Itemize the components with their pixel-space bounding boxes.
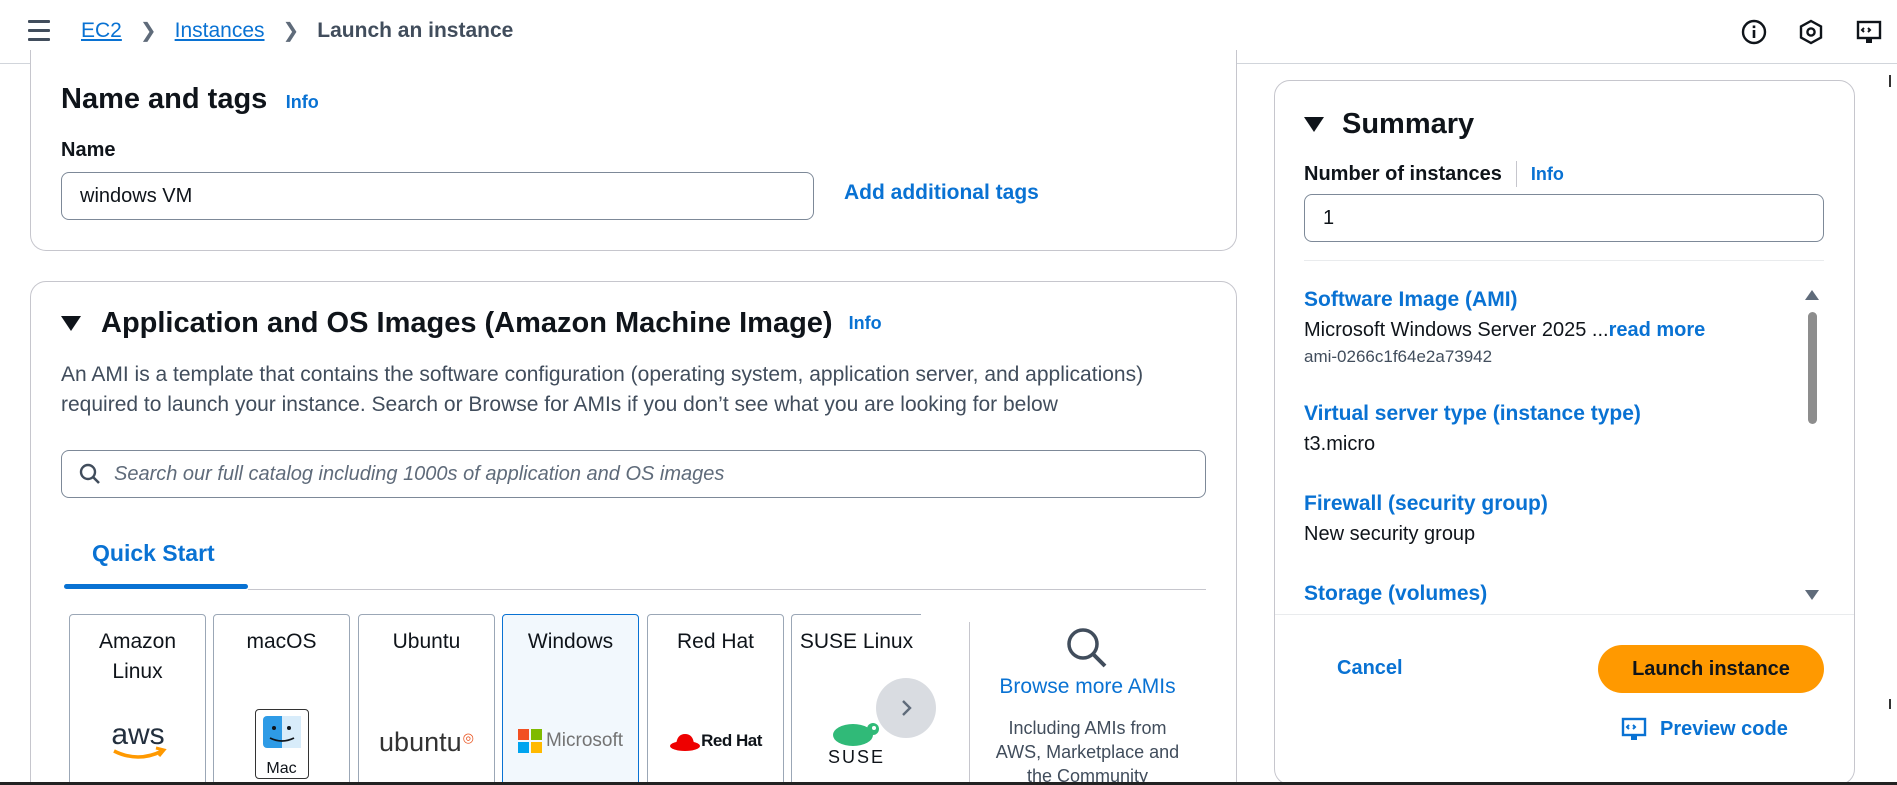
instance-type-link[interactable]: Virtual server type (instance type) [1304, 402, 1641, 426]
summary-footer-divider [1275, 614, 1854, 615]
os-tile-ubuntu[interactable]: Ubuntu ubuntu ◎ [358, 614, 495, 785]
ami-info-link[interactable]: Info [849, 313, 882, 334]
name-and-tags-panel [30, 50, 1237, 251]
breadcrumb-current: Launch an instance [317, 18, 514, 42]
instance-type-value: t3.micro [1304, 433, 1376, 455]
collapse-triangle-icon[interactable] [1304, 117, 1324, 132]
os-tile-macos[interactable]: macOS Mac [213, 614, 350, 785]
preview-code-label: Preview code [1660, 717, 1788, 740]
add-additional-tags-link[interactable]: Add additional tags [844, 181, 1039, 205]
page-scroll-marker [1889, 75, 1891, 87]
tab-divider [248, 589, 1206, 590]
microsoft-logo-icon: Microsoft [503, 729, 638, 753]
tab-quick-start[interactable]: Quick Start [92, 540, 215, 567]
num-instances-input[interactable]: 1 [1304, 194, 1824, 242]
page-scrollbar[interactable] [1888, 75, 1897, 785]
os-tile-label: Amazon Linux [98, 630, 177, 683]
chevron-right-icon [902, 700, 912, 716]
browse-more-amis-link[interactable]: Browse more AMIs [970, 675, 1205, 699]
scrollbar-thumb[interactable] [1808, 312, 1817, 424]
mac-finder-icon: Mac [214, 709, 349, 779]
num-instances-info-link[interactable]: Info [1531, 164, 1564, 185]
num-instances-label-row: Number of instances Info [1304, 161, 1564, 187]
os-tile-windows[interactable]: Windows Microsoft [502, 614, 639, 785]
collapse-triangle-icon[interactable] [61, 316, 81, 331]
search-icon [79, 463, 100, 484]
software-image-link[interactable]: Software Image (AMI) [1304, 288, 1518, 312]
breadcrumb-ec2[interactable]: EC2 [81, 19, 122, 43]
software-image-value: Microsoft Windows Server 2025 ...read mo… [1304, 319, 1706, 341]
search-placeholder: Search our full catalog including 1000s … [114, 462, 725, 485]
os-tile-label: SUSE Linux [799, 630, 914, 653]
cancel-button[interactable]: Cancel [1337, 657, 1403, 680]
red-hat-logo-icon: Red Hat [648, 730, 783, 752]
summary-title: Summary [1342, 108, 1475, 140]
firewall-value: New security group [1304, 523, 1476, 545]
read-more-link[interactable]: read more [1609, 319, 1706, 341]
ami-header[interactable]: Application and OS Images (Amazon Machin… [61, 307, 882, 340]
breadcrumb: EC2 ❯ Instances ❯ Launch an instance [81, 18, 513, 43]
svg-text:aws: aws [111, 718, 164, 751]
scroll-up-icon[interactable] [1805, 290, 1819, 300]
os-tile-label: macOS [246, 630, 317, 653]
breadcrumb-instances[interactable]: Instances [175, 19, 265, 43]
os-tile-label: Red Hat [676, 630, 755, 653]
preview-code-icon[interactable] [1855, 18, 1883, 46]
os-tile-label: Windows [527, 630, 614, 653]
active-tab-indicator [64, 584, 248, 589]
ami-description: An AMI is a template that contains the s… [61, 360, 1211, 420]
label-divider [1515, 161, 1517, 187]
ubuntu-logo-icon: ubuntu ◎ [379, 727, 474, 757]
aws-logo-icon: aws [70, 718, 205, 766]
ami-title: Application and OS Images (Amazon Machin… [101, 307, 833, 339]
os-tile-label: Ubuntu [392, 630, 461, 653]
ami-description-line-2: required to launch your instance. Search… [61, 393, 1058, 416]
os-tile-amazon-linux[interactable]: Amazon Linux aws [69, 614, 206, 785]
firewall-link[interactable]: Firewall (security group) [1304, 492, 1548, 516]
search-icon[interactable] [1063, 624, 1111, 672]
summary-header[interactable]: Summary [1304, 108, 1474, 141]
chevron-right-icon: ❯ [282, 20, 300, 42]
ami-description-line-1: An AMI is a template that contains the s… [61, 363, 1144, 386]
name-label: Name [61, 139, 116, 161]
preview-code-button[interactable]: Preview code [1620, 715, 1788, 743]
name-and-tags-title: Name and tags [61, 83, 268, 115]
preview-code-icon [1621, 717, 1647, 740]
name-tags-info-link[interactable]: Info [286, 92, 319, 112]
summary-divider [1304, 260, 1824, 261]
name-input[interactable]: windows VM [61, 172, 814, 220]
menu-hamburger-icon[interactable] [28, 20, 52, 42]
summary-scrollbar[interactable] [1803, 290, 1821, 602]
num-instances-label: Number of instances [1304, 162, 1502, 185]
info-circle-icon[interactable] [1740, 18, 1768, 46]
page-scroll-marker [1889, 699, 1891, 709]
settings-hex-icon[interactable] [1797, 18, 1825, 46]
chevron-right-icon: ❯ [139, 20, 157, 42]
os-tile-red-hat[interactable]: Red Hat Red Hat [647, 614, 784, 785]
tiles-scroll-right-button[interactable] [876, 678, 936, 738]
launch-instance-button[interactable]: Launch instance [1598, 645, 1824, 693]
storage-link[interactable]: Storage (volumes) [1304, 582, 1487, 606]
ami-id: ami-0266c1f64e2a73942 [1304, 347, 1493, 366]
name-and-tags-header: Name and tags Info [61, 83, 319, 116]
browse-more-description: Including AMIs from AWS, Marketplace and… [995, 718, 1180, 785]
ami-search-input[interactable]: Search our full catalog including 1000s … [61, 450, 1206, 498]
scroll-down-icon[interactable] [1805, 590, 1819, 600]
